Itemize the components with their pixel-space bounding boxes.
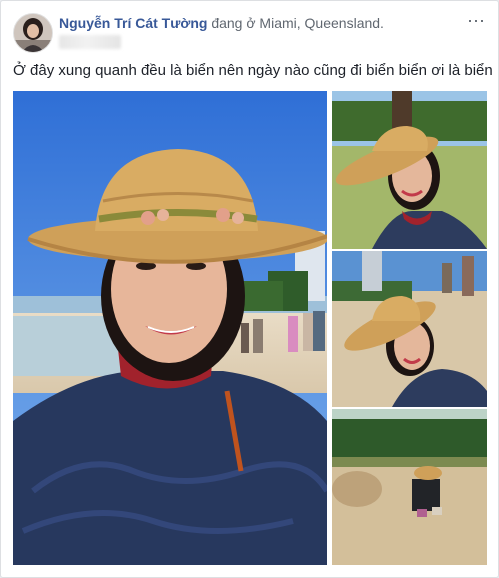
author-name[interactable]: Nguyễn Trí Cát Tường [59,15,207,31]
author-avatar[interactable] [13,13,53,53]
park-selfie-image [332,91,487,249]
digging-sand-image [332,409,487,565]
beach-selfie-image [13,91,327,565]
more-options-icon[interactable]: ⋯ [464,11,488,31]
photo-park[interactable] [332,91,487,249]
photo-sand-selfie[interactable] [332,251,487,407]
news-feed-post: Nguyễn Trí Cát Tường đang ở Miami, Queen… [0,0,499,578]
photo-main[interactable] [13,91,327,565]
post-caption: Ở đây xung quanh đều là biển nên ngày nà… [13,62,499,79]
checkin-text: đang ở Miami, Queensland. [211,15,384,31]
avatar-image [14,14,52,52]
photo-digging[interactable] [332,409,487,565]
post-header: Nguyễn Trí Cát Tường đang ở Miami, Queen… [59,15,384,31]
blurred-timestamp [59,35,121,49]
sand-selfie-image [332,251,487,407]
